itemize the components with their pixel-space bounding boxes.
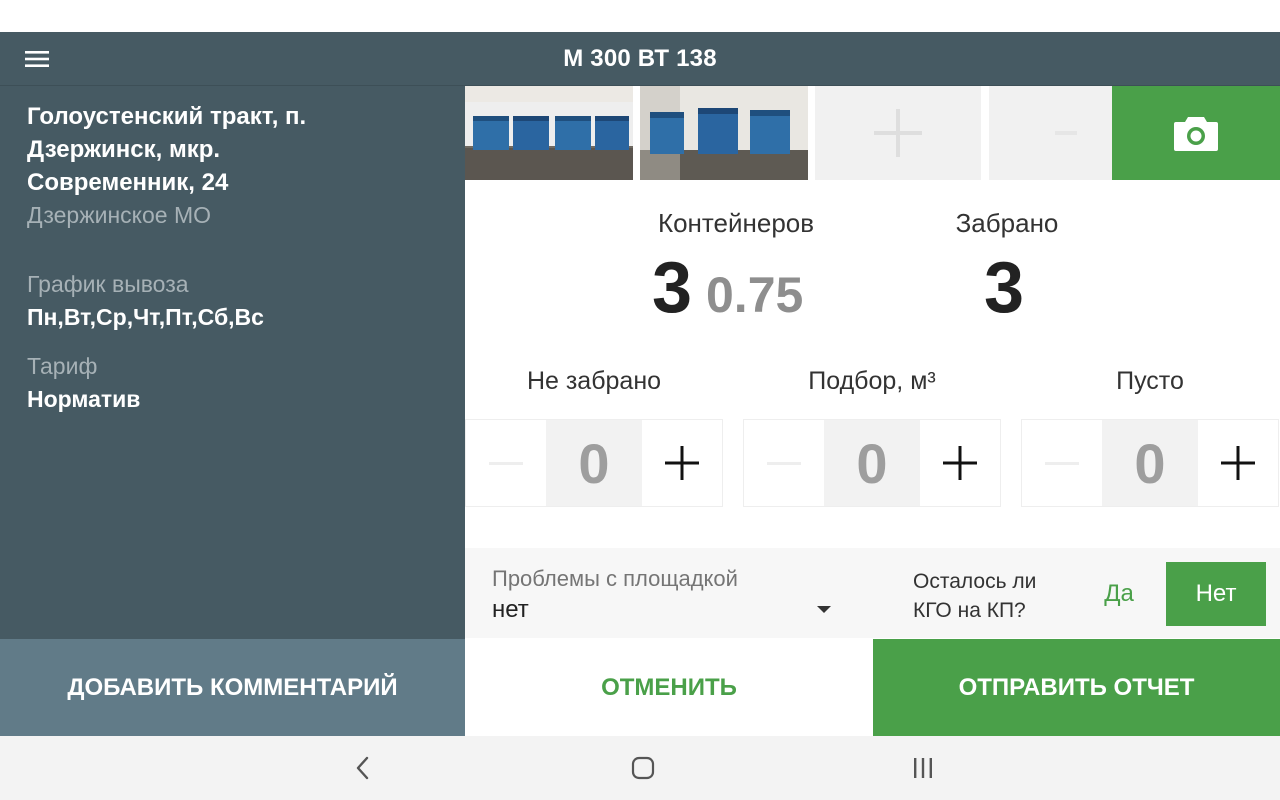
collected-label: Забрано [955,208,1059,238]
bulky-waste-no-button[interactable]: Нет [1166,562,1266,626]
increment-button[interactable] [642,420,722,506]
add-photo-slot[interactable] [815,86,981,180]
tariff-label: Тариф [27,353,98,379]
minus-icon [1045,461,1079,465]
plus-icon [1054,131,1077,135]
vehicle-plate-title: М 300 ВТ 138 [563,45,717,72]
bulky-waste-question: Осталось ли КГО на КП? [913,567,1036,625]
system-navigation-bar [0,736,1280,800]
send-report-button[interactable]: ОТПРАВИТЬ ОТЧЕТ [873,639,1280,736]
site-problems-row: Проблемы с площадкой нет Осталось ли КГО… [465,548,1280,638]
photo-thumbnail[interactable] [640,86,808,180]
decrement-button[interactable] [1022,420,1102,506]
containers-count: 3 [652,248,693,328]
photo-thumbnail[interactable] [465,86,633,180]
not-collected-label: Не забрано [526,367,662,395]
empty-stepper: 0 [1021,419,1279,507]
recent-apps-icon [914,758,932,778]
add-comment-button[interactable]: ДОБАВИТЬ КОММЕНТАРИЙ [0,639,465,736]
empty-label: Пусто [1116,367,1184,395]
site-problems-value: нет [492,596,529,623]
site-info-panel: Голоустенский тракт, п. Дзержинск, мкр. … [0,86,465,639]
plus-icon [943,446,977,480]
district-name: Дзержинское МО [27,202,211,228]
add-photo-slot[interactable] [989,86,1112,180]
collected-count: 3 [984,248,1025,328]
bulky-waste-question-line-2: КГО на КП? [913,599,1026,622]
container-photo-image [465,86,633,180]
pickup-volume-stepper: 0 [743,419,1001,507]
decrement-button[interactable] [744,420,824,506]
nav-home-button[interactable] [613,746,673,790]
increment-button[interactable] [1198,420,1278,506]
address-line-1: Голоустенский тракт, п. [27,103,307,130]
stepper-value: 0 [546,420,642,506]
minus-icon [767,461,801,465]
camera-button[interactable] [1112,86,1280,180]
containers-label: Контейнеров [657,208,815,238]
minus-icon [489,461,523,465]
address-line-2: Дзержинск, мкр. [27,136,221,163]
home-icon [631,756,655,780]
site-problems-dropdown[interactable]: Проблемы с площадкой нет [465,548,845,638]
nav-recents-button[interactable] [893,746,953,790]
site-problems-label: Проблемы с площадкой [492,566,738,591]
tariff-value: Норматив [27,386,141,412]
bulky-waste-question-line-1: Осталось ли [913,570,1037,593]
decrement-button[interactable] [466,420,546,506]
increment-button[interactable] [920,420,1000,506]
camera-icon [1174,117,1218,151]
plus-icon [1221,446,1255,480]
schedule-value: Пн,Вт,Ср,Чт,Пт,Сб,Вс [27,304,264,330]
status-bar [0,0,1280,32]
cancel-button[interactable]: ОТМЕНИТЬ [465,639,873,736]
photo-strip [465,86,1280,180]
nav-back-button[interactable] [333,746,393,790]
back-chevron-icon [356,756,369,780]
dropdown-arrow-icon [817,606,831,613]
app-toolbar: М 300 ВТ 138 [0,32,1280,86]
not-collected-stepper: 0 [465,419,723,507]
bulky-waste-yes-button[interactable]: Да [1075,562,1163,626]
pickup-volume-label: Подбор, м³ [808,367,936,395]
stepper-value: 0 [824,420,920,506]
stepper-value: 0 [1102,420,1198,506]
schedule-label: График вывоза [27,271,189,297]
container-photo-image [640,86,808,180]
plus-icon [874,109,922,157]
containers-volume: 0.75 [706,267,804,323]
plus-icon [665,446,699,480]
address-line-3: Современник, 24 [27,169,229,196]
